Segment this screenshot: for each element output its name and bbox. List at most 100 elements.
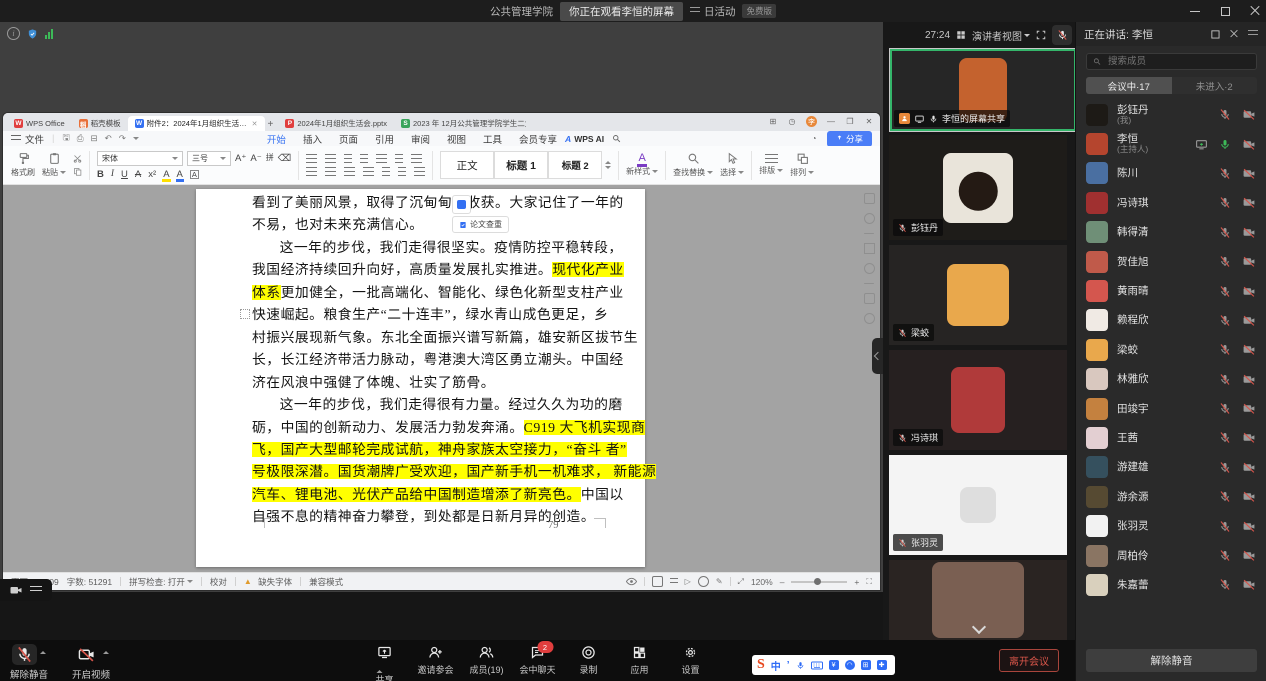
bold-icon[interactable]: B	[97, 170, 104, 180]
decrease-indent-icon[interactable]	[344, 154, 352, 163]
shrink-font-icon[interactable]: A⁻	[250, 154, 261, 164]
document-tab-active[interactable]: W 附件2：2024年1月组织生活… ✕	[128, 116, 265, 131]
info-icon[interactable]: i	[7, 27, 20, 40]
outline-view-icon[interactable]	[670, 578, 678, 586]
camera-muted-icon[interactable]	[1242, 549, 1256, 562]
participant-row[interactable]: 李恒 (主持人)	[1076, 129, 1266, 158]
help-icon[interactable]: ◔	[809, 134, 819, 144]
word-count[interactable]: 字数: 51291	[67, 576, 112, 588]
grid-tool-icon[interactable]: ⊞	[861, 660, 871, 670]
file-menu[interactable]: 文件	[11, 132, 44, 146]
camera-muted-icon[interactable]	[1242, 490, 1256, 503]
fit-page-icon[interactable]: ⤢	[738, 577, 744, 587]
participant-row[interactable]: 赖程欣	[1076, 306, 1266, 335]
sort-icon[interactable]	[395, 154, 403, 163]
mic-muted-icon[interactable]	[1219, 285, 1231, 298]
unmute-button[interactable]: 解除静音	[10, 644, 48, 681]
style-heading2[interactable]: 标题 2	[548, 151, 602, 179]
menu-item-4[interactable]: 审阅	[411, 132, 430, 146]
camera-muted-icon[interactable]	[1242, 138, 1256, 151]
distribute-icon[interactable]	[382, 167, 390, 176]
find-replace-button[interactable]: 查找替换	[673, 152, 713, 178]
mic-muted-icon[interactable]	[1219, 196, 1231, 209]
chevron-down-icon[interactable]	[133, 137, 139, 143]
video-thumbnail[interactable]: 李恒的屏幕共享	[889, 48, 1077, 132]
mic-muted-icon[interactable]	[1219, 108, 1231, 121]
eye-icon[interactable]	[626, 577, 637, 586]
apps-grid-icon[interactable]: ⊞	[768, 117, 778, 127]
docer-template-tab[interactable]: 稻 稻壳模板	[72, 116, 128, 131]
toolbox-icon[interactable]: ✚	[877, 660, 887, 670]
video-thumbnail[interactable]: 张羽灵	[889, 455, 1067, 555]
zoom-in-icon[interactable]: +	[854, 577, 859, 587]
apostrophe-icon[interactable]: ’	[787, 660, 790, 671]
input-lang-indicator[interactable]: 中	[771, 658, 781, 673]
camera-muted-icon[interactable]	[1242, 578, 1256, 591]
menu-item-6[interactable]: 工具	[483, 132, 502, 146]
participant-row[interactable]: 王茜	[1076, 423, 1266, 452]
participant-row[interactable]: 冯诗琪	[1076, 188, 1266, 217]
numbered-list-icon[interactable]	[325, 154, 336, 163]
mic-muted-icon[interactable]	[1219, 226, 1231, 239]
expand-view-icon[interactable]	[1036, 30, 1046, 40]
search-input[interactable]	[1106, 55, 1250, 68]
tool-icon[interactable]	[864, 213, 875, 224]
tool-icon[interactable]	[864, 193, 875, 204]
invite-button[interactable]: 邀请参会	[413, 645, 458, 681]
mic-muted-icon[interactable]	[1219, 402, 1231, 415]
undo-icon[interactable]: ↶	[105, 133, 112, 144]
document-canvas[interactable]: 看到了美丽风景，取得了沉甸甸的收获。大家记住了一年的不易，也对未来充满信心。这一…	[3, 185, 880, 573]
sheet-tab[interactable]: S 2023 年 12月公共管理学院学生二支…	[394, 116, 526, 131]
share-options-caret[interactable]	[377, 657, 383, 673]
mic-muted-icon[interactable]	[1219, 520, 1231, 533]
camera-muted-icon[interactable]	[1242, 461, 1256, 474]
missing-font-warning[interactable]: ▲ 缺失字体	[244, 576, 292, 588]
apps-button[interactable]: 应用	[617, 645, 662, 681]
justify-icon[interactable]	[363, 167, 374, 176]
mic-on-icon[interactable]	[1219, 138, 1231, 151]
mic-muted-icon[interactable]	[1219, 373, 1231, 386]
menu-item-5[interactable]: 视图	[447, 132, 466, 146]
panel-unmute-button[interactable]: 解除静音	[1086, 649, 1257, 672]
menu-item-2[interactable]: 页面	[339, 132, 358, 146]
tool-icon[interactable]	[864, 243, 875, 254]
ppt-tab[interactable]: P 2024年1月组织生活会.pptx	[278, 116, 394, 131]
bullet-list-icon[interactable]	[306, 154, 317, 163]
pinyin-icon[interactable]: 拼	[266, 154, 274, 162]
mic-muted-icon[interactable]	[1219, 255, 1231, 268]
menu-item-0[interactable]: 开始	[267, 132, 286, 146]
search-icon[interactable]	[612, 134, 621, 143]
tool-icon[interactable]	[864, 233, 874, 234]
camera-muted-icon[interactable]	[1242, 255, 1256, 268]
paragraph-settings-icon[interactable]	[411, 154, 422, 163]
participant-row[interactable]: 游建雄	[1076, 453, 1266, 482]
wps-minimize-icon[interactable]: —	[826, 117, 836, 127]
camera-muted-icon[interactable]	[1242, 402, 1256, 415]
grid-view-icon[interactable]	[956, 30, 966, 40]
page-view-icon[interactable]	[652, 576, 663, 587]
mic-muted-icon[interactable]	[1219, 343, 1231, 356]
mic-muted-icon[interactable]	[1219, 578, 1231, 591]
increase-indent-icon[interactable]	[360, 154, 368, 163]
camera-muted-icon[interactable]	[1242, 196, 1256, 209]
mic-muted-icon[interactable]	[1219, 549, 1231, 562]
input-method-bar[interactable]: S 中 ’ ¥ ◠ ⊞ ✚	[752, 655, 895, 675]
tool-icon[interactable]	[864, 313, 875, 324]
mic-options-caret[interactable]	[40, 648, 46, 654]
mic-muted-icon[interactable]	[1219, 167, 1231, 180]
mic-muted-icon[interactable]	[1219, 461, 1231, 474]
borders-icon[interactable]	[414, 167, 425, 176]
save-icon[interactable]: 🖫	[62, 132, 69, 146]
arrange-button[interactable]: 排列	[790, 152, 814, 178]
tab-not-joined[interactable]: 未进入·2	[1172, 77, 1258, 94]
cut-icon[interactable]	[73, 154, 82, 163]
participant-row[interactable]: 梁蛟	[1076, 335, 1266, 364]
settings-button[interactable]: 设置	[668, 645, 713, 681]
font-color-icon[interactable]: A	[177, 170, 183, 180]
format-painter-button[interactable]: 格式刷	[11, 152, 35, 178]
network-signal-icon[interactable]	[45, 29, 53, 39]
member-search-box[interactable]	[1086, 53, 1257, 70]
italic-icon[interactable]: I	[111, 170, 114, 180]
tool-icon[interactable]	[864, 283, 874, 284]
superscript-icon[interactable]: x²	[148, 170, 156, 180]
